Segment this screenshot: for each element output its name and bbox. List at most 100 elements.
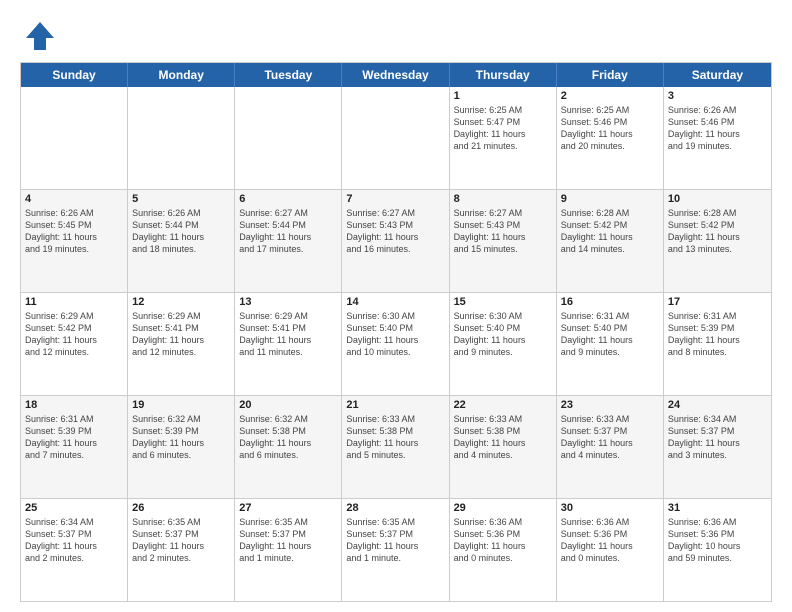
day-number: 18: [25, 399, 123, 411]
day-number: 10: [668, 193, 767, 205]
day-info: Sunrise: 6:30 AM Sunset: 5:40 PM Dayligh…: [454, 310, 552, 359]
day-number: 24: [668, 399, 767, 411]
weekday-header-monday: Monday: [128, 63, 235, 87]
day-number: 31: [668, 502, 767, 514]
day-info: Sunrise: 6:30 AM Sunset: 5:40 PM Dayligh…: [346, 310, 444, 359]
calendar-row-3: 11Sunrise: 6:29 AM Sunset: 5:42 PM Dayli…: [21, 293, 771, 396]
day-info: Sunrise: 6:31 AM Sunset: 5:39 PM Dayligh…: [25, 413, 123, 462]
weekday-header-sunday: Sunday: [21, 63, 128, 87]
day-info: Sunrise: 6:29 AM Sunset: 5:41 PM Dayligh…: [239, 310, 337, 359]
calendar-cell-day-9: 9Sunrise: 6:28 AM Sunset: 5:42 PM Daylig…: [557, 190, 664, 292]
calendar-cell-day-30: 30 Sunrise: 6:36 AM Sunset: 5:36 PM Dayli…: [557, 499, 664, 601]
day-number: 25: [25, 502, 123, 514]
day-info: Sunrise: 6:36 AM Sunset: 5:36 PM Dayligh…: [454, 516, 552, 565]
day-info: Sunrise: 6:31 AM Sunset: 5:39 PM Dayligh…: [668, 310, 767, 359]
calendar-cell-day-21: 21 Sunrise: 6:33 AM Sunset: 5:38 PM Dayli…: [342, 396, 449, 498]
calendar-cell-day-11: 11Sunrise: 6:29 AM Sunset: 5:42 PM Dayli…: [21, 293, 128, 395]
logo: [20, 18, 60, 54]
calendar-cell-day-14: 14Sunrise: 6:30 AM Sunset: 5:40 PM Dayli…: [342, 293, 449, 395]
calendar-cell-day-26: 26 Sunrise: 6:35 AM Sunset: 5:37 PM Dayli…: [128, 499, 235, 601]
day-number: 28: [346, 502, 444, 514]
calendar-cell-day-15: 15Sunrise: 6:30 AM Sunset: 5:40 PM Dayli…: [450, 293, 557, 395]
day-number: 5: [132, 193, 230, 205]
day-info: Sunrise: 6:35 AM Sunset: 5:37 PM Dayligh…: [346, 516, 444, 565]
day-info: Sunrise: 6:28 AM Sunset: 5:42 PM Dayligh…: [668, 207, 767, 256]
day-info: Sunrise: 6:26 AM Sunset: 5:46 PM Dayligh…: [668, 104, 767, 153]
calendar-cell-day-10: 10 Sunrise: 6:28 AM Sunset: 5:42 PM Dayli…: [664, 190, 771, 292]
day-number: 11: [25, 296, 123, 308]
day-number: 7: [346, 193, 444, 205]
day-info: Sunrise: 6:36 AM Sunset: 5:36 PM Dayligh…: [561, 516, 659, 565]
calendar-cell-empty: [235, 87, 342, 189]
day-number: 20: [239, 399, 337, 411]
day-info: Sunrise: 6:33 AM Sunset: 5:38 PM Dayligh…: [346, 413, 444, 462]
weekday-header-saturday: Saturday: [664, 63, 771, 87]
day-info: Sunrise: 6:32 AM Sunset: 5:38 PM Dayligh…: [239, 413, 337, 462]
day-number: 3: [668, 90, 767, 102]
day-number: 6: [239, 193, 337, 205]
day-info: Sunrise: 6:36 AM Sunset: 5:36 PM Dayligh…: [668, 516, 767, 565]
day-info: Sunrise: 6:27 AM Sunset: 5:43 PM Dayligh…: [454, 207, 552, 256]
calendar-cell-day-12: 12 Sunrise: 6:29 AM Sunset: 5:41 PM Dayli…: [128, 293, 235, 395]
logo-icon: [20, 18, 56, 54]
calendar-cell-day-28: 28 Sunrise: 6:35 AM Sunset: 5:37 PM Dayli…: [342, 499, 449, 601]
day-number: 2: [561, 90, 659, 102]
calendar-cell-day-8: 8 Sunrise: 6:27 AM Sunset: 5:43 PM Daylig…: [450, 190, 557, 292]
day-number: 30: [561, 502, 659, 514]
calendar-cell-day-16: 16Sunrise: 6:31 AM Sunset: 5:40 PM Dayli…: [557, 293, 664, 395]
calendar-cell-day-22: 22Sunrise: 6:33 AM Sunset: 5:38 PM Dayli…: [450, 396, 557, 498]
day-number: 26: [132, 502, 230, 514]
calendar-row-2: 4Sunrise: 6:26 AM Sunset: 5:45 PM Daylig…: [21, 190, 771, 293]
day-info: Sunrise: 6:27 AM Sunset: 5:44 PM Dayligh…: [239, 207, 337, 256]
day-info: Sunrise: 6:26 AM Sunset: 5:44 PM Dayligh…: [132, 207, 230, 256]
calendar-cell-day-20: 20 Sunrise: 6:32 AM Sunset: 5:38 PM Dayli…: [235, 396, 342, 498]
day-number: 21: [346, 399, 444, 411]
weekday-header-thursday: Thursday: [450, 63, 557, 87]
day-number: 8: [454, 193, 552, 205]
day-info: Sunrise: 6:32 AM Sunset: 5:39 PM Dayligh…: [132, 413, 230, 462]
calendar-cell-day-13: 13 Sunrise: 6:29 AM Sunset: 5:41 PM Dayli…: [235, 293, 342, 395]
day-number: 27: [239, 502, 337, 514]
calendar-cell-day-6: 6 Sunrise: 6:27 AM Sunset: 5:44 PM Daylig…: [235, 190, 342, 292]
calendar-cell-day-7: 7Sunrise: 6:27 AM Sunset: 5:43 PM Daylig…: [342, 190, 449, 292]
calendar-cell-day-23: 23 Sunrise: 6:33 AM Sunset: 5:37 PM Dayli…: [557, 396, 664, 498]
calendar-cell-day-17: 17 Sunrise: 6:31 AM Sunset: 5:39 PM Dayli…: [664, 293, 771, 395]
day-info: Sunrise: 6:25 AM Sunset: 5:46 PM Dayligh…: [561, 104, 659, 153]
weekday-header-wednesday: Wednesday: [342, 63, 449, 87]
day-number: 1: [454, 90, 552, 102]
day-number: 13: [239, 296, 337, 308]
day-number: 12: [132, 296, 230, 308]
calendar-cell-day-3: 3 Sunrise: 6:26 AM Sunset: 5:46 PM Daylig…: [664, 87, 771, 189]
day-number: 19: [132, 399, 230, 411]
calendar-row-1: 1 Sunrise: 6:25 AM Sunset: 5:47 PM Daylig…: [21, 87, 771, 190]
calendar-cell-empty: [342, 87, 449, 189]
weekday-header-tuesday: Tuesday: [235, 63, 342, 87]
day-info: Sunrise: 6:33 AM Sunset: 5:37 PM Dayligh…: [561, 413, 659, 462]
calendar-cell-day-2: 2 Sunrise: 6:25 AM Sunset: 5:46 PM Daylig…: [557, 87, 664, 189]
day-info: Sunrise: 6:26 AM Sunset: 5:45 PM Dayligh…: [25, 207, 123, 256]
day-number: 23: [561, 399, 659, 411]
calendar-cell-day-5: 5 Sunrise: 6:26 AM Sunset: 5:44 PM Daylig…: [128, 190, 235, 292]
calendar-header: SundayMondayTuesdayWednesdayThursdayFrid…: [21, 63, 771, 87]
day-info: Sunrise: 6:25 AM Sunset: 5:47 PM Dayligh…: [454, 104, 552, 153]
calendar-cell-day-18: 18 Sunrise: 6:31 AM Sunset: 5:39 PM Dayli…: [21, 396, 128, 498]
calendar-cell-day-24: 24 Sunrise: 6:34 AM Sunset: 5:37 PM Dayli…: [664, 396, 771, 498]
calendar-row-4: 18 Sunrise: 6:31 AM Sunset: 5:39 PM Dayli…: [21, 396, 771, 499]
day-info: Sunrise: 6:34 AM Sunset: 5:37 PM Dayligh…: [668, 413, 767, 462]
day-info: Sunrise: 6:34 AM Sunset: 5:37 PM Dayligh…: [25, 516, 123, 565]
day-number: 16: [561, 296, 659, 308]
day-number: 17: [668, 296, 767, 308]
calendar-cell-day-1: 1 Sunrise: 6:25 AM Sunset: 5:47 PM Daylig…: [450, 87, 557, 189]
day-number: 9: [561, 193, 659, 205]
calendar-cell-day-4: 4Sunrise: 6:26 AM Sunset: 5:45 PM Daylig…: [21, 190, 128, 292]
day-info: Sunrise: 6:35 AM Sunset: 5:37 PM Dayligh…: [132, 516, 230, 565]
calendar-cell-day-25: 25 Sunrise: 6:34 AM Sunset: 5:37 PM Dayli…: [21, 499, 128, 601]
calendar-cell-day-31: 31 Sunrise: 6:36 AM Sunset: 5:36 PM Dayli…: [664, 499, 771, 601]
calendar-cell-day-19: 19 Sunrise: 6:32 AM Sunset: 5:39 PM Dayli…: [128, 396, 235, 498]
calendar-cell-day-29: 29Sunrise: 6:36 AM Sunset: 5:36 PM Dayli…: [450, 499, 557, 601]
calendar-cell-empty: [21, 87, 128, 189]
calendar: SundayMondayTuesdayWednesdayThursdayFrid…: [20, 62, 772, 602]
day-info: Sunrise: 6:33 AM Sunset: 5:38 PM Dayligh…: [454, 413, 552, 462]
day-info: Sunrise: 6:29 AM Sunset: 5:41 PM Dayligh…: [132, 310, 230, 359]
weekday-header-friday: Friday: [557, 63, 664, 87]
